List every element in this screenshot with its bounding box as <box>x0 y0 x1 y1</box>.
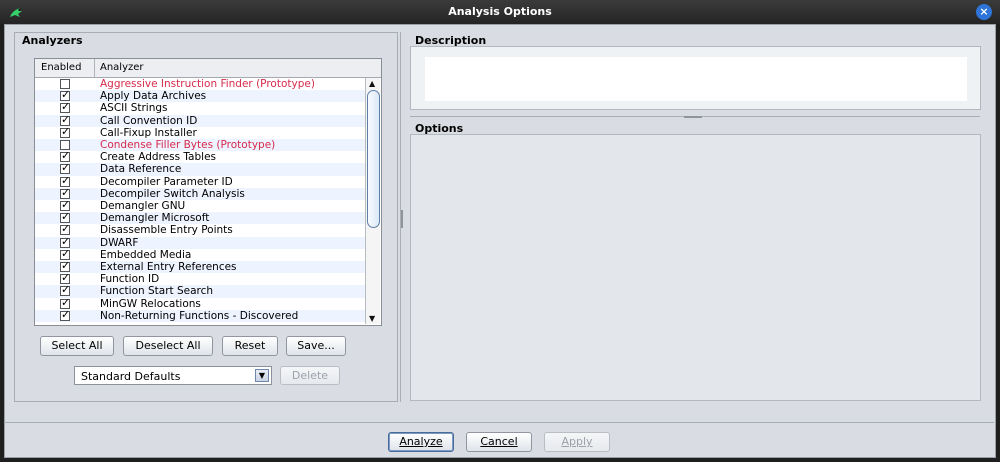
table-row[interactable]: Create Address Tables <box>35 150 365 164</box>
analyzer-name: Demangler GNU <box>100 200 186 212</box>
apply-button-label: Apply <box>561 435 593 448</box>
checked-checkbox[interactable] <box>60 126 70 138</box>
profile-selected-value: Standard Defaults <box>81 370 181 383</box>
analyzer-name: Function Start Search <box>100 285 214 298</box>
analyzer-name: ASCII Strings <box>100 102 168 115</box>
deselect-all-button[interactable]: Deselect All <box>123 336 213 356</box>
analyzer-name: Non-Returning Functions - Discovered <box>100 309 299 322</box>
analyzers-title: Analyzers <box>22 34 83 47</box>
analyzer-name: External Entry References <box>100 261 237 273</box>
analyzer-name: Disassemble Entry Points <box>100 224 233 237</box>
checked-checkbox[interactable] <box>60 162 70 175</box>
table-row[interactable]: External Entry References <box>35 260 365 274</box>
analyzer-name: Function ID <box>100 273 160 286</box>
select-all-button[interactable]: Select All <box>40 336 114 356</box>
options-panel <box>410 134 981 401</box>
table-row[interactable]: ASCII Strings <box>35 101 365 115</box>
save-button[interactable]: Save... <box>286 336 346 356</box>
table-row[interactable]: Call Convention ID <box>35 114 365 127</box>
analyzer-name: Embedded Media <box>100 248 192 261</box>
analyzer-name: Create Address Tables <box>100 151 217 164</box>
scroll-down-icon[interactable]: ▼ <box>369 314 375 323</box>
scroll-thumb[interactable] <box>367 90 380 228</box>
table-row[interactable]: Call-Fixup Installer <box>35 126 365 139</box>
analyzers-table: Enabled Analyzer Aggressive Instruction … <box>34 58 382 326</box>
analyzer-name: Decompiler Switch Analysis <box>100 187 245 200</box>
chevron-down-icon[interactable]: ▼ <box>255 369 269 382</box>
window-title: Analysis Options <box>448 5 552 18</box>
enabled-header: Enabled <box>41 62 82 73</box>
footer-separator <box>4 422 994 423</box>
analyzer-name: Apply Data Archives <box>100 90 207 103</box>
table-header: Enabled Analyzer <box>35 59 381 78</box>
table-row[interactable]: Data Reference <box>35 162 365 176</box>
cancel-button[interactable]: Cancel <box>466 432 532 452</box>
analyze-button-label: Analyze <box>399 435 443 448</box>
close-icon[interactable]: × <box>976 4 992 20</box>
table-row[interactable]: DWARF <box>35 236 365 249</box>
table-row[interactable]: Aggressive Instruction Finder (Prototype… <box>35 78 365 90</box>
table-row[interactable]: Embedded Media <box>35 248 365 261</box>
table-row[interactable]: Decompiler Parameter ID <box>35 175 365 188</box>
analyzers-scrollbar[interactable]: ▲ ▼ <box>365 78 380 324</box>
title-bar: Analysis Options × <box>0 0 1000 24</box>
vertical-splitter-handle[interactable] <box>401 210 403 228</box>
table-row[interactable]: MinGW Relocations <box>35 297 365 310</box>
profile-selector[interactable]: Standard Defaults ▼ <box>74 366 272 385</box>
analysis-options-window: Analysis Options × Analyzers Enabled Ana… <box>0 0 1000 462</box>
checked-checkbox[interactable] <box>60 223 70 236</box>
table-row[interactable]: Decompiler Switch Analysis <box>35 187 365 200</box>
table-row[interactable]: Function Start Search <box>35 284 365 298</box>
table-row[interactable]: Apply Data Archives <box>35 89 365 103</box>
checked-checkbox[interactable] <box>60 101 70 114</box>
analyzer-name: Call Convention ID <box>100 114 198 127</box>
reset-button[interactable]: Reset <box>222 336 278 356</box>
table-row[interactable]: Demangler GNU <box>35 199 365 212</box>
table-row[interactable]: Condense Filler Bytes (Prototype) <box>35 139 365 152</box>
checked-checkbox[interactable] <box>60 284 70 297</box>
table-row[interactable]: Function ID <box>35 272 365 286</box>
analyzer-name: DWARF <box>100 236 139 249</box>
apply-button[interactable]: Apply <box>544 432 610 452</box>
analyzer-name: Data Reference <box>100 163 182 176</box>
checked-checkbox[interactable] <box>60 309 70 321</box>
table-row[interactable]: Disassemble Entry Points <box>35 223 365 237</box>
horizontal-splitter-handle[interactable] <box>684 116 702 118</box>
analyzer-name: Call-Fixup Installer <box>100 126 197 139</box>
analyzer-name: Demangler Microsoft <box>100 212 210 225</box>
description-content <box>425 57 967 101</box>
table-row[interactable]: Demangler Microsoft <box>35 211 365 225</box>
delete-button[interactable]: Delete <box>280 366 340 385</box>
analyzer-name: Condense Filler Bytes (Prototype) <box>100 139 276 151</box>
scroll-up-icon[interactable]: ▲ <box>369 79 375 88</box>
analyzer-header: Analyzer <box>100 62 144 73</box>
description-panel <box>410 46 981 110</box>
analyzer-name: Aggressive Instruction Finder (Prototype… <box>100 78 315 90</box>
table-row[interactable]: Non-Returning Functions - Discovered <box>35 309 365 322</box>
analyzer-name: Decompiler Parameter ID <box>100 175 233 188</box>
analyzer-name: MinGW Relocations <box>100 297 201 310</box>
cancel-button-label: Cancel <box>480 435 518 448</box>
analyze-button[interactable]: Analyze <box>388 432 454 452</box>
